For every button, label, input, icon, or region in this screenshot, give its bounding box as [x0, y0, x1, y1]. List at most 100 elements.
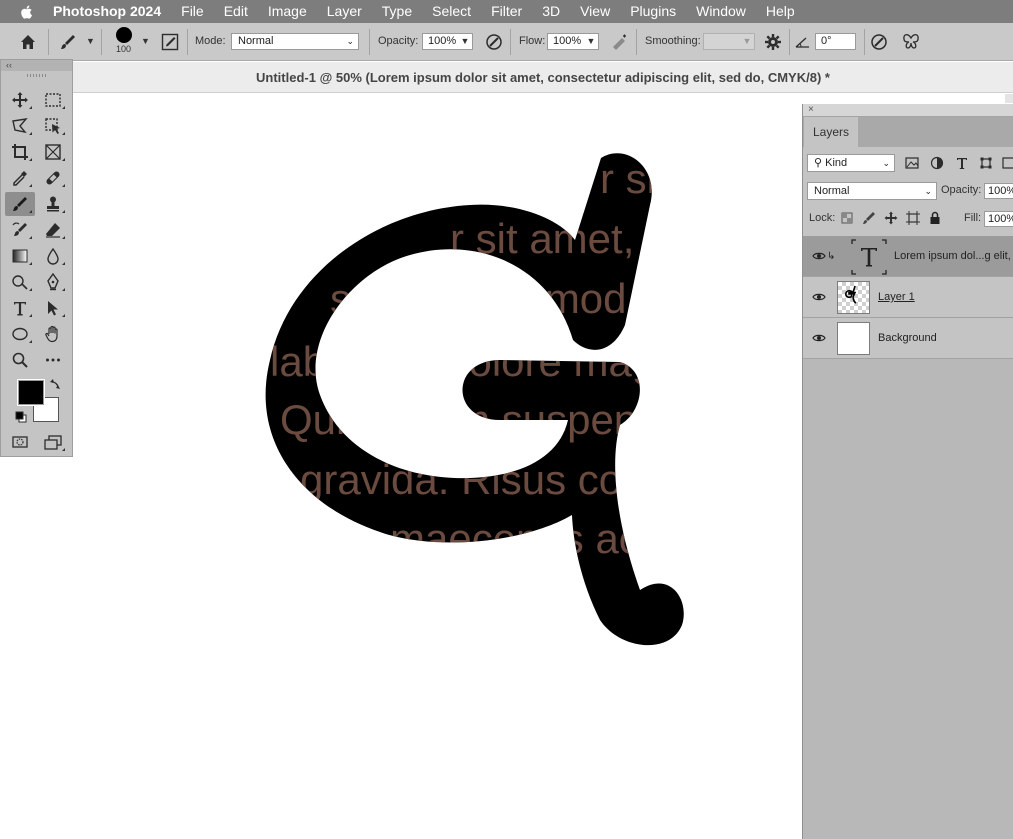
history-brush-tool[interactable] [5, 218, 35, 242]
layer-row-type[interactable]: ↳ Lorem ipsum dol...g elit, s [803, 236, 1013, 277]
eye-visibility-icon[interactable] [812, 249, 826, 263]
fill-input[interactable]: 100% [984, 211, 1013, 227]
smart-object-filter-icon[interactable] [1002, 156, 1013, 170]
smoothing-dropdown-button[interactable]: ▼ [740, 33, 755, 50]
pixel-filter-icon[interactable] [905, 156, 919, 170]
frame-tool[interactable] [38, 140, 68, 164]
brush-preset-chevron-icon[interactable]: ▼ [86, 36, 95, 46]
type-filter-icon[interactable] [955, 156, 969, 170]
dodge-icon [12, 275, 28, 290]
layer-name[interactable]: Background [878, 332, 937, 344]
brush-tool[interactable] [5, 192, 35, 216]
document-title-tab[interactable]: Untitled-1 @ 50% (Lorem ipsum dolor sit … [73, 62, 1013, 93]
home-icon[interactable] [18, 32, 38, 52]
glyph-thumbnail-icon [845, 285, 857, 304]
edit-toolbar-button[interactable] [38, 348, 68, 372]
lock-pixels-icon[interactable] [862, 211, 876, 225]
layer-row-background[interactable]: Background [803, 318, 1013, 359]
type-tool[interactable] [5, 296, 35, 320]
symmetry-butterfly-icon[interactable] [901, 32, 921, 52]
opacity-input[interactable]: 100% [422, 33, 459, 50]
lock-transparency-icon[interactable] [840, 211, 854, 225]
fill-label: Fill: [964, 212, 982, 224]
gradient-tool[interactable] [5, 244, 35, 268]
layer-name[interactable]: Layer 1 [878, 291, 915, 303]
gear-icon[interactable] [763, 32, 783, 52]
menu-select[interactable]: Select [422, 0, 481, 23]
menu-edit[interactable]: Edit [214, 0, 258, 23]
hand-tool[interactable] [38, 322, 68, 346]
layer-filter-value: Kind [825, 157, 848, 169]
eye-visibility-icon[interactable] [812, 331, 826, 345]
tools-collapse-button[interactable]: ‹‹ [1, 60, 72, 71]
brush-tip-preview[interactable] [116, 27, 132, 43]
menu-app-name[interactable]: Photoshop 2024 [53, 0, 171, 23]
opacity-label: Opacity: [378, 35, 419, 47]
menu-plugins[interactable]: Plugins [620, 0, 686, 23]
lock-artboard-icon[interactable] [906, 211, 920, 225]
path-selection-tool[interactable] [38, 296, 68, 320]
object-selection-tool[interactable] [38, 114, 68, 138]
blend-mode-select[interactable]: Normal ⌄ [807, 182, 937, 200]
clone-stamp-tool[interactable] [38, 192, 68, 216]
crop-tool[interactable] [5, 140, 35, 164]
airbrush-icon[interactable] [610, 32, 630, 52]
clipped-text-line: labore et dolore magna aliqua. [270, 338, 837, 385]
brush-settings-icon[interactable] [160, 32, 180, 52]
pressure-opacity-icon[interactable] [484, 32, 504, 52]
menu-image[interactable]: Image [258, 0, 317, 23]
pressure-size-icon[interactable] [869, 32, 889, 52]
opacity-dropdown-button[interactable]: ▼ [458, 33, 473, 50]
lock-all-icon[interactable] [928, 211, 942, 225]
brush-size-chevron-icon[interactable]: ▼ [141, 36, 150, 46]
canvas-scrollbar[interactable] [1005, 94, 1013, 103]
blur-tool[interactable] [38, 244, 68, 268]
crop-icon [12, 144, 28, 160]
brush-preset-icon[interactable] [58, 32, 78, 52]
layers-panel-close-button[interactable]: × [803, 104, 1013, 117]
smoothing-input[interactable] [703, 33, 741, 50]
foreground-color-swatch[interactable] [17, 379, 45, 406]
flow-input[interactable]: 100% [547, 33, 585, 50]
ellipse-tool[interactable] [5, 322, 35, 346]
swap-colors-icon[interactable] [50, 378, 62, 390]
layer-row-pixel[interactable]: Layer 1 [803, 277, 1013, 318]
tab-layers[interactable]: Layers [804, 117, 858, 147]
mode-select[interactable]: Normal ⌄ [231, 33, 359, 50]
apple-icon[interactable] [19, 4, 35, 20]
menu-view[interactable]: View [570, 0, 620, 23]
layer-filter-select[interactable]: ⚲ Kind ⌄ [807, 154, 895, 172]
menu-help[interactable]: Help [756, 0, 805, 23]
lasso-tool[interactable] [5, 114, 35, 138]
default-colors-icon[interactable] [15, 411, 27, 423]
healing-brush-tool[interactable] [38, 166, 68, 190]
flow-dropdown-button[interactable]: ▼ [584, 33, 599, 50]
eye-visibility-icon[interactable] [812, 290, 826, 304]
menu-bar: Photoshop 2024 File Edit Image Layer Typ… [0, 0, 1013, 23]
zoom-tool[interactable] [5, 348, 35, 372]
options-separator [636, 29, 637, 55]
menu-3d[interactable]: 3D [532, 0, 570, 23]
pen-tool[interactable] [38, 270, 68, 294]
menu-type[interactable]: Type [372, 0, 422, 23]
adjustment-filter-icon[interactable] [930, 156, 944, 170]
layer-opacity-input[interactable]: 100% [984, 183, 1013, 199]
layers-panel: × Layers ⚲ Kind ⌄ Normal ⌄ Opacity: 100%… [802, 104, 1013, 839]
shape-filter-icon[interactable] [979, 156, 993, 170]
eraser-tool[interactable] [38, 218, 68, 242]
type-layer-thumbnail [851, 239, 887, 275]
menu-window[interactable]: Window [686, 0, 756, 23]
menu-filter[interactable]: Filter [481, 0, 532, 23]
eyedropper-tool[interactable] [5, 166, 35, 190]
lock-position-icon[interactable] [884, 211, 898, 225]
menu-file[interactable]: File [171, 0, 214, 23]
move-tool[interactable] [5, 88, 35, 112]
menu-layer[interactable]: Layer [317, 0, 372, 23]
dodge-tool[interactable] [5, 270, 35, 294]
marquee-tool[interactable] [38, 88, 68, 112]
screen-mode-button[interactable] [38, 430, 68, 454]
angle-input[interactable]: 0° [815, 33, 856, 50]
quick-mask-button[interactable] [5, 430, 35, 454]
layer-name[interactable]: Lorem ipsum dol...g elit, s [894, 250, 1013, 262]
tools-grip[interactable] [27, 74, 47, 77]
